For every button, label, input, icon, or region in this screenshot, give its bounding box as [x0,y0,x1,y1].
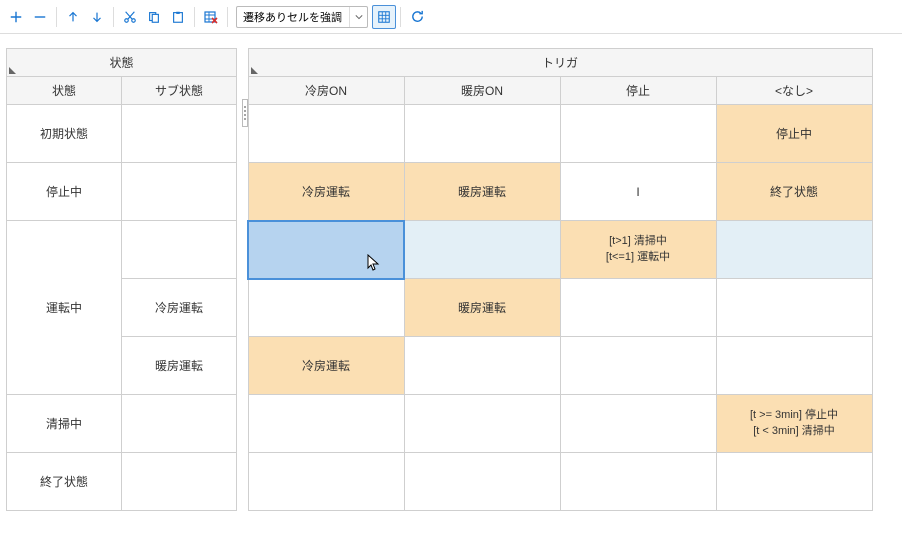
grid-cell[interactable] [560,105,716,163]
state-header-label: 状態 [109,56,133,70]
collapse-icon [251,67,258,74]
cell-line: [t >= 3min] 停止中 [750,409,838,421]
grid-cell[interactable]: [t >= 3min] 停止中 [t < 3min] 清掃中 [716,395,872,453]
cell-line: [t < 3min] 清掃中 [753,425,835,437]
grid-cell[interactable] [560,395,716,453]
grid-cell[interactable] [248,453,404,511]
grid-cell[interactable]: [t>1] 清掃中 [t<=1] 運転中 [560,221,716,279]
grid-cell[interactable]: 冷房運転 [248,163,404,221]
substate-cell[interactable] [122,221,237,279]
substate-cell[interactable]: 暖房運転 [122,337,237,395]
highlight-select[interactable] [236,6,368,28]
grid-cell[interactable] [716,279,872,337]
refresh-icon[interactable] [405,5,429,29]
delete-row-icon[interactable] [199,5,223,29]
grid-cell[interactable] [560,337,716,395]
grid-cell[interactable]: 暖房運転 [404,163,560,221]
state-cell[interactable]: 初期状態 [7,105,122,163]
grid-cell[interactable]: 停止中 [716,105,872,163]
grid-cell[interactable] [716,221,872,279]
cut-icon[interactable] [118,5,142,29]
grid-cell[interactable] [404,395,560,453]
trigger-col[interactable]: 冷房ON [248,77,404,105]
trigger-header-label: トリガ [542,56,578,70]
trigger-col[interactable]: <なし> [716,77,872,105]
grid-cell[interactable] [404,105,560,163]
grid-cell-selected[interactable] [248,221,404,279]
grid-cell[interactable]: 終了状態 [716,163,872,221]
highlight-select-input[interactable] [237,9,349,25]
grid-cell[interactable] [248,395,404,453]
chevron-down-icon[interactable] [349,7,367,27]
col-substate[interactable]: サブ状態 [122,77,237,105]
grid-view-icon[interactable] [372,5,396,29]
grid-cell[interactable] [404,453,560,511]
grid-cell[interactable] [560,279,716,337]
grid-cell[interactable] [248,279,404,337]
grid-cell[interactable] [404,221,560,279]
substate-cell[interactable] [122,105,237,163]
substate-cell[interactable] [122,163,237,221]
trigger-col[interactable]: 暖房ON [404,77,560,105]
table-container: 状態 状態 サブ状態 初期状態 停止中 運転中 冷房運転 暖房運転 清掃中 終了… [0,34,902,517]
substate-cell[interactable] [122,453,237,511]
cell-line: [t>1] 清掃中 [609,235,667,247]
state-cell[interactable]: 終了状態 [7,453,122,511]
state-table: 状態 状態 サブ状態 初期状態 停止中 運転中 冷房運転 暖房運転 清掃中 終了… [6,48,237,511]
cell-line: [t<=1] 運転中 [606,251,670,263]
move-down-button[interactable] [85,5,109,29]
collapse-icon [9,67,16,74]
grid-cell[interactable]: 暖房運転 [404,279,560,337]
substate-cell[interactable]: 冷房運転 [122,279,237,337]
add-button[interactable] [4,5,28,29]
remove-button[interactable] [28,5,52,29]
grid-cell[interactable]: I [560,163,716,221]
grid-cell[interactable] [716,453,872,511]
state-cell[interactable]: 運転中 [7,221,122,395]
grid-cell[interactable]: 冷房運転 [248,337,404,395]
grid-cell[interactable] [716,337,872,395]
state-header[interactable]: 状態 [7,49,237,77]
grid-cell[interactable] [560,453,716,511]
move-up-button[interactable] [61,5,85,29]
state-cell[interactable]: 停止中 [7,163,122,221]
col-state[interactable]: 状態 [7,77,122,105]
trigger-table: トリガ 冷房ON 暖房ON 停止 <なし> 停止中 [247,48,873,511]
trigger-col[interactable]: 停止 [560,77,716,105]
state-cell[interactable]: 清掃中 [7,395,122,453]
copy-icon[interactable] [142,5,166,29]
trigger-header[interactable]: トリガ [248,49,872,77]
grid-cell[interactable] [404,337,560,395]
toolbar [0,0,902,34]
paste-icon[interactable] [166,5,190,29]
cursor-icon [367,254,381,272]
grid-cell[interactable] [248,105,404,163]
substate-cell[interactable] [122,395,237,453]
